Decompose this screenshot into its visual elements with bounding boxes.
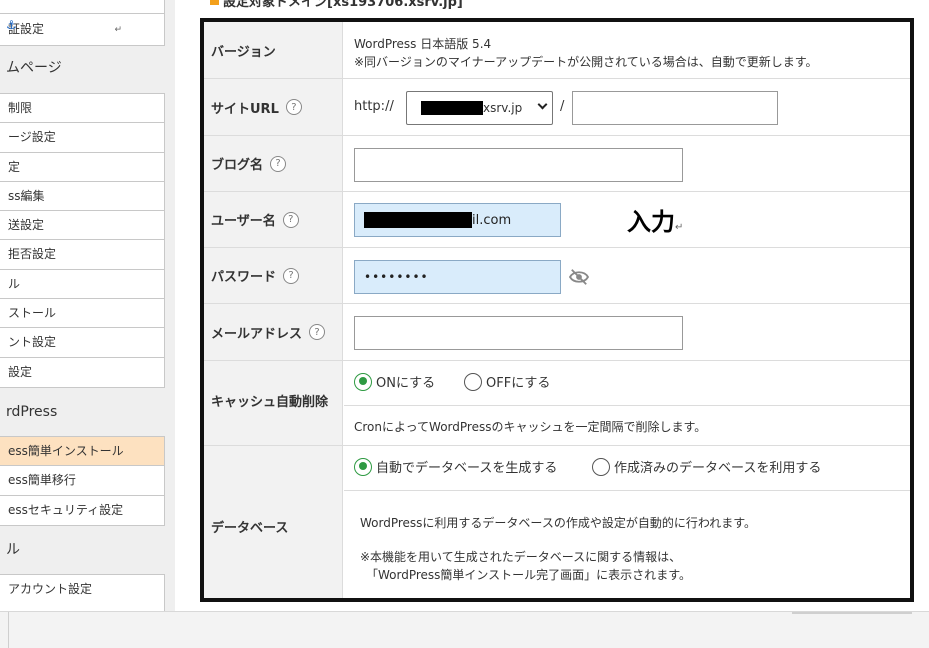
sidebar-item-cert-settings[interactable]: ⚓ 証設定 ↵	[0, 14, 164, 45]
database-note-1: WordPressに利用するデータベースの作成や設定が自動的に行われます。	[360, 516, 757, 530]
sidebar-item[interactable]: 拒否設定	[0, 240, 164, 270]
sidebar: ⚓ 証設定 ↵ ムページ 制限 ージ設定 定 ss編集 送設定 拒否設定 ル ス…	[0, 0, 175, 614]
url-separator: /	[560, 99, 565, 114]
blog-name-input[interactable]	[354, 148, 683, 182]
database-note-2: ※本機能を用いて生成されたデータベースに関する情報は、	[360, 550, 682, 564]
sidebar-item-wp-install[interactable]: ess簡単インストール	[0, 437, 164, 467]
sidebar-item-account[interactable]: アカウント設定	[0, 575, 164, 604]
eye-slash-icon[interactable]	[568, 268, 590, 286]
sidebar-item[interactable]: ル	[0, 270, 164, 300]
question-circle-icon[interactable]: ?	[282, 211, 299, 228]
sidebar-group-mail: アカウント設定	[0, 574, 165, 614]
sidebar-item[interactable]: 送設定	[0, 211, 164, 241]
redacted-domain	[421, 101, 483, 115]
sidebar-group-wordpress: ess簡単インストール ess簡単移行 essセキュリティ設定	[0, 436, 165, 526]
divider	[344, 405, 910, 406]
cache-note: CronによってWordPressのキャッシュを一定間隔で削除します。	[354, 420, 707, 434]
password-input[interactable]: ••••••••	[354, 260, 561, 294]
bottom-bar	[0, 611, 929, 648]
username-input[interactable]: il.com	[354, 203, 561, 237]
row-username: ユーザー名 ? il.com	[204, 192, 910, 248]
radio-selected-icon	[354, 372, 372, 391]
cache-on-radio[interactable]: ONにする	[354, 372, 435, 391]
sidebar-item[interactable]: ストール	[0, 299, 164, 329]
question-circle-icon[interactable]: ?	[283, 267, 300, 284]
username-suffix: il.com	[472, 212, 512, 228]
label-email: メールアドレス ?	[204, 304, 343, 360]
page-title: 設定対象ドメイン[xs193706.xsrv.jp]	[210, 0, 463, 10]
version-value: WordPress 日本語版 5.4	[354, 37, 492, 51]
label-blog-name: ブログ名 ?	[204, 136, 343, 191]
sidebar-item[interactable]: 制限	[0, 94, 164, 124]
title-square-icon	[210, 0, 219, 5]
label-username: ユーザー名 ?	[204, 192, 343, 247]
anchor-icon: ⚓	[6, 18, 17, 32]
url-path-input[interactable]	[572, 91, 778, 125]
database-existing-radio[interactable]: 作成済みのデータベースを利用する	[592, 457, 821, 476]
database-note-3: 「WordPress簡単インストール完了画面」に表示されます。	[366, 568, 691, 582]
row-site-url: サイトURL ? http:// xsrv.jp /	[204, 79, 910, 136]
sidebar-item[interactable]	[0, 0, 164, 14]
row-version: バージョン WordPress 日本語版 5.4 ※同バージョンのマイナーアップ…	[204, 22, 910, 79]
row-blog-name: ブログ名 ?	[204, 136, 910, 192]
sidebar-heading-homepage: ムページ	[6, 60, 62, 76]
annotation-label: 入力↵	[627, 208, 684, 236]
settings-table: バージョン WordPress 日本語版 5.4 ※同バージョンのマイナーアップ…	[200, 18, 914, 602]
return-mark-icon: ↵	[114, 25, 122, 35]
radio-unselected-icon	[592, 457, 610, 476]
sidebar-heading-mail: ル	[6, 542, 20, 558]
sidebar-item[interactable]: ージ設定	[0, 123, 164, 153]
label-database: データベース	[204, 446, 343, 598]
label-password: パスワード ?	[204, 248, 343, 303]
label-site-url: サイトURL ?	[204, 79, 343, 135]
row-cache: キャッシュ自動削除 ONにする OFFにする CronによってWordPress…	[204, 361, 910, 446]
label-version: バージョン	[204, 22, 343, 78]
question-circle-icon[interactable]: ?	[285, 99, 302, 115]
sidebar-item[interactable]: 設定	[0, 358, 164, 387]
sidebar-group-top: ⚓ 証設定 ↵	[0, 0, 165, 46]
redacted-username	[364, 212, 472, 228]
email-input[interactable]	[354, 316, 683, 350]
label-cache: キャッシュ自動削除	[204, 361, 343, 445]
question-circle-icon[interactable]: ?	[270, 155, 287, 172]
row-password: パスワード ? ••••••••	[204, 248, 910, 304]
sidebar-heading-wordpress: rdPress	[6, 404, 58, 420]
domain-select[interactable]: xsrv.jp	[406, 91, 553, 125]
cache-off-radio[interactable]: OFFにする	[464, 372, 550, 391]
database-auto-radio[interactable]: 自動でデータベースを生成する	[354, 457, 557, 476]
question-circle-icon[interactable]: ?	[309, 324, 326, 340]
sidebar-item[interactable]: ss編集	[0, 182, 164, 212]
version-note: ※同バージョンのマイナーアップデートが公開されている場合は、自動で更新します。	[354, 55, 818, 69]
protocol-label: http://	[354, 99, 394, 114]
radio-unselected-icon	[464, 372, 482, 391]
radio-selected-icon	[354, 457, 372, 476]
row-database: データベース 自動でデータベースを生成する 作成済みのデータベースを利用する W…	[204, 446, 910, 598]
sidebar-item-wp-migrate[interactable]: ess簡単移行	[0, 466, 164, 496]
sidebar-item[interactable]: ント設定	[0, 328, 164, 358]
row-email: メールアドレス ?	[204, 304, 910, 361]
chevron-down-icon	[537, 99, 548, 110]
divider	[344, 490, 910, 491]
sidebar-item[interactable]: 定	[0, 153, 164, 182]
domain-suffix: xsrv.jp	[483, 101, 523, 115]
sidebar-item-wp-security[interactable]: essセキュリティ設定	[0, 496, 164, 525]
return-mark-icon: ↵	[675, 222, 684, 233]
sidebar-group-homepage: 制限 ージ設定 定 ss編集 送設定 拒否設定 ル ストール ント設定 設定	[0, 93, 165, 388]
